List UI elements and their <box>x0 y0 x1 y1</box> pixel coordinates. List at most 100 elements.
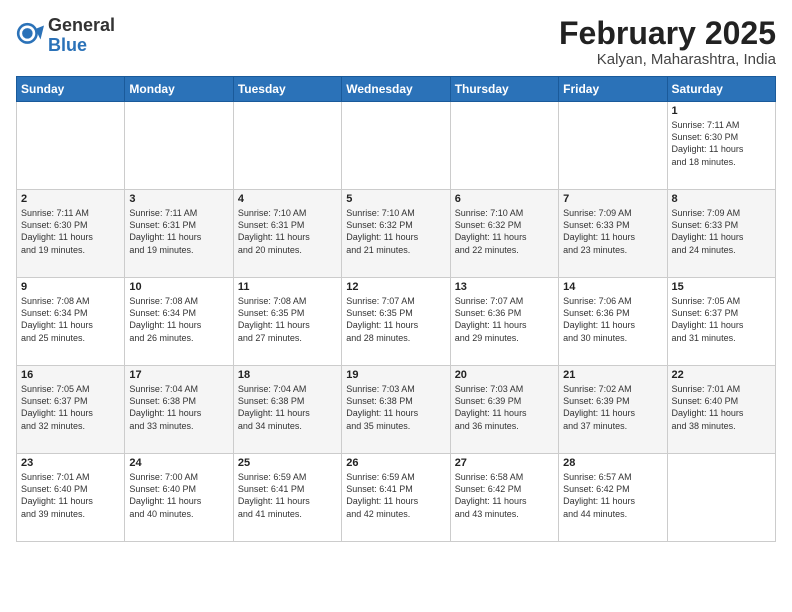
calendar-cell <box>17 102 125 190</box>
day-number: 14 <box>563 281 662 293</box>
day-number: 1 <box>672 105 771 117</box>
calendar-cell: 21 Sunrise: 7:02 AM Sunset: 6:39 PM Dayli… <box>559 366 667 454</box>
calendar-cell: 4 Sunrise: 7:10 AM Sunset: 6:31 PM Daylig… <box>233 190 341 278</box>
day-number: 17 <box>129 369 228 381</box>
day-info: Sunrise: 7:05 AM Sunset: 6:37 PM Dayligh… <box>21 383 120 432</box>
day-info: Sunrise: 7:05 AM Sunset: 6:37 PM Dayligh… <box>672 295 771 344</box>
day-header-saturday: Saturday <box>667 77 775 102</box>
calendar-cell: 10 Sunrise: 7:08 AM Sunset: 6:34 PM Dayli… <box>125 278 233 366</box>
calendar-body: 1 Sunrise: 7:11 AM Sunset: 6:30 PM Daylig… <box>17 102 776 542</box>
day-number: 8 <box>672 193 771 205</box>
location-subtitle: Kalyan, Maharashtra, India <box>559 51 776 68</box>
day-number: 15 <box>672 281 771 293</box>
day-number: 25 <box>238 457 337 469</box>
calendar-cell: 19 Sunrise: 7:03 AM Sunset: 6:38 PM Dayli… <box>342 366 450 454</box>
day-info: Sunrise: 7:00 AM Sunset: 6:40 PM Dayligh… <box>129 471 228 520</box>
calendar-cell <box>342 102 450 190</box>
day-header-monday: Monday <box>125 77 233 102</box>
calendar-cell: 7 Sunrise: 7:09 AM Sunset: 6:33 PM Daylig… <box>559 190 667 278</box>
day-number: 12 <box>346 281 445 293</box>
day-header-thursday: Thursday <box>450 77 558 102</box>
day-info: Sunrise: 6:57 AM Sunset: 6:42 PM Dayligh… <box>563 471 662 520</box>
day-number: 3 <box>129 193 228 205</box>
day-info: Sunrise: 7:08 AM Sunset: 6:34 PM Dayligh… <box>129 295 228 344</box>
day-info: Sunrise: 7:03 AM Sunset: 6:39 PM Dayligh… <box>455 383 554 432</box>
calendar-cell <box>559 102 667 190</box>
week-row-5: 23Sunrise: 7:01 AM Sunset: 6:40 PM Dayli… <box>17 454 776 542</box>
calendar-cell: 11 Sunrise: 7:08 AM Sunset: 6:35 PM Dayli… <box>233 278 341 366</box>
day-info: Sunrise: 6:59 AM Sunset: 6:41 PM Dayligh… <box>238 471 337 520</box>
calendar-cell: 8 Sunrise: 7:09 AM Sunset: 6:33 PM Daylig… <box>667 190 775 278</box>
day-number: 9 <box>21 281 120 293</box>
day-info: Sunrise: 7:01 AM Sunset: 6:40 PM Dayligh… <box>672 383 771 432</box>
day-number: 18 <box>238 369 337 381</box>
calendar-cell <box>667 454 775 542</box>
day-number: 5 <box>346 193 445 205</box>
day-number: 21 <box>563 369 662 381</box>
day-info: Sunrise: 7:10 AM Sunset: 6:32 PM Dayligh… <box>455 207 554 256</box>
day-info: Sunrise: 7:04 AM Sunset: 6:38 PM Dayligh… <box>129 383 228 432</box>
day-info: Sunrise: 6:58 AM Sunset: 6:42 PM Dayligh… <box>455 471 554 520</box>
day-number: 26 <box>346 457 445 469</box>
calendar-cell: 25 Sunrise: 6:59 AM Sunset: 6:41 PM Dayli… <box>233 454 341 542</box>
calendar-cell: 6 Sunrise: 7:10 AM Sunset: 6:32 PM Daylig… <box>450 190 558 278</box>
day-number: 24 <box>129 457 228 469</box>
calendar-cell: 12 Sunrise: 7:07 AM Sunset: 6:35 PM Dayli… <box>342 278 450 366</box>
day-number: 19 <box>346 369 445 381</box>
calendar-cell: 23Sunrise: 7:01 AM Sunset: 6:40 PM Dayli… <box>17 454 125 542</box>
logo-icon <box>16 22 44 50</box>
day-info: Sunrise: 7:04 AM Sunset: 6:38 PM Dayligh… <box>238 383 337 432</box>
day-info: Sunrise: 7:11 AM Sunset: 6:31 PM Dayligh… <box>129 207 228 256</box>
day-header-wednesday: Wednesday <box>342 77 450 102</box>
calendar-cell <box>450 102 558 190</box>
title-area: February 2025 Kalyan, Maharashtra, India <box>559 16 776 68</box>
day-info: Sunrise: 7:08 AM Sunset: 6:34 PM Dayligh… <box>21 295 120 344</box>
day-number: 11 <box>238 281 337 293</box>
day-info: Sunrise: 7:07 AM Sunset: 6:36 PM Dayligh… <box>455 295 554 344</box>
day-info: Sunrise: 7:11 AM Sunset: 6:30 PM Dayligh… <box>672 119 771 168</box>
day-info: Sunrise: 7:09 AM Sunset: 6:33 PM Dayligh… <box>672 207 771 256</box>
day-number: 4 <box>238 193 337 205</box>
day-info: Sunrise: 6:59 AM Sunset: 6:41 PM Dayligh… <box>346 471 445 520</box>
day-number: 7 <box>563 193 662 205</box>
day-header-tuesday: Tuesday <box>233 77 341 102</box>
day-info: Sunrise: 7:11 AM Sunset: 6:30 PM Dayligh… <box>21 207 120 256</box>
logo-general-text: General <box>48 15 115 35</box>
day-info: Sunrise: 7:08 AM Sunset: 6:35 PM Dayligh… <box>238 295 337 344</box>
day-info: Sunrise: 7:07 AM Sunset: 6:35 PM Dayligh… <box>346 295 445 344</box>
calendar-cell: 2 Sunrise: 7:11 AM Sunset: 6:30 PM Daylig… <box>17 190 125 278</box>
month-title: February 2025 <box>559 16 776 51</box>
day-number: 13 <box>455 281 554 293</box>
calendar-cell: 9 Sunrise: 7:08 AM Sunset: 6:34 PM Daylig… <box>17 278 125 366</box>
day-number: 27 <box>455 457 554 469</box>
calendar-cell: 1 Sunrise: 7:11 AM Sunset: 6:30 PM Daylig… <box>667 102 775 190</box>
logo-blue-text: Blue <box>48 35 87 55</box>
day-header-row: SundayMondayTuesdayWednesdayThursdayFrid… <box>17 77 776 102</box>
logo: General Blue <box>16 16 115 56</box>
calendar-cell: 17 Sunrise: 7:04 AM Sunset: 6:38 PM Dayli… <box>125 366 233 454</box>
calendar-table: SundayMondayTuesdayWednesdayThursdayFrid… <box>16 76 776 542</box>
calendar-cell: 24 Sunrise: 7:00 AM Sunset: 6:40 PM Dayli… <box>125 454 233 542</box>
day-number: 22 <box>672 369 771 381</box>
calendar-cell: 5Sunrise: 7:10 AM Sunset: 6:32 PM Daylig… <box>342 190 450 278</box>
day-header-friday: Friday <box>559 77 667 102</box>
week-row-3: 9 Sunrise: 7:08 AM Sunset: 6:34 PM Daylig… <box>17 278 776 366</box>
day-number: 10 <box>129 281 228 293</box>
day-header-sunday: Sunday <box>17 77 125 102</box>
day-info: Sunrise: 7:01 AM Sunset: 6:40 PM Dayligh… <box>21 471 120 520</box>
week-row-1: 1 Sunrise: 7:11 AM Sunset: 6:30 PM Daylig… <box>17 102 776 190</box>
day-number: 28 <box>563 457 662 469</box>
day-number: 2 <box>21 193 120 205</box>
day-info: Sunrise: 7:09 AM Sunset: 6:33 PM Dayligh… <box>563 207 662 256</box>
calendar-header: SundayMondayTuesdayWednesdayThursdayFrid… <box>17 77 776 102</box>
page-header: General Blue February 2025 Kalyan, Mahar… <box>16 16 776 68</box>
day-number: 20 <box>455 369 554 381</box>
day-info: Sunrise: 7:03 AM Sunset: 6:38 PM Dayligh… <box>346 383 445 432</box>
calendar-cell: 27 Sunrise: 6:58 AM Sunset: 6:42 PM Dayli… <box>450 454 558 542</box>
day-info: Sunrise: 7:02 AM Sunset: 6:39 PM Dayligh… <box>563 383 662 432</box>
calendar-cell <box>233 102 341 190</box>
calendar-cell: 13 Sunrise: 7:07 AM Sunset: 6:36 PM Dayli… <box>450 278 558 366</box>
day-info: Sunrise: 7:10 AM Sunset: 6:31 PM Dayligh… <box>238 207 337 256</box>
day-number: 6 <box>455 193 554 205</box>
calendar-cell: 26 Sunrise: 6:59 AM Sunset: 6:41 PM Dayli… <box>342 454 450 542</box>
